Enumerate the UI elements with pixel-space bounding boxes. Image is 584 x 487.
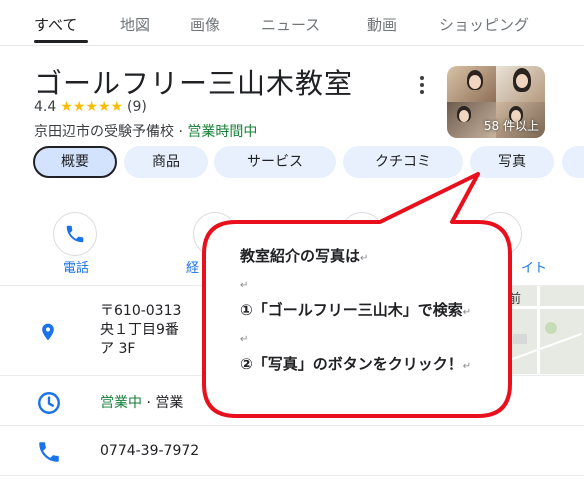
call-label: 電話	[63, 261, 90, 276]
chip-photos[interactable]: 写真	[470, 146, 554, 178]
hours-open-status: 営業中	[100, 395, 142, 411]
phone-number[interactable]: 0774-39-7972	[100, 443, 199, 459]
clock-icon	[38, 392, 60, 414]
tab-videos[interactable]: 動画	[367, 14, 397, 35]
business-title: ゴールフリー三山木教室	[34, 67, 354, 100]
address-text: 〒610-0313 央１丁目9番 ア 3F	[100, 303, 182, 357]
active-tab-indicator	[34, 40, 88, 43]
open-status: 営業時間中	[187, 124, 258, 140]
divider	[0, 475, 584, 476]
tab-all[interactable]: すべて	[34, 14, 77, 35]
star-rating-icon: ★★★★★	[60, 99, 124, 115]
phone-icon	[39, 442, 59, 462]
chip-products[interactable]: 商品	[124, 146, 208, 178]
tab-shopping[interactable]: ショッピング	[439, 14, 529, 35]
separator: ·	[174, 124, 188, 140]
chip-services[interactable]: サービス	[214, 146, 336, 178]
chip-more[interactable]	[562, 146, 584, 178]
website-label: イト	[521, 261, 548, 276]
annotation-text: 教室紹介の写真は↵ ↵ ①「ゴールフリー三山木」で検索↵ ↵ ②「写真」のボタン…	[240, 247, 472, 373]
chip-reviews[interactable]: クチコミ	[343, 146, 463, 178]
business-subtitle: 京田辺市の受験予備校 · 営業時間中	[34, 121, 257, 141]
directions-label: 経	[186, 261, 200, 276]
directions-button[interactable]	[193, 212, 237, 256]
search-tabs: すべて 地図 画像 ニュース 動画 ショッピング	[0, 0, 584, 46]
tab-maps[interactable]: 地図	[120, 14, 150, 35]
website-button[interactable]	[478, 212, 522, 256]
map-label: 前	[508, 292, 522, 307]
more-options-icon[interactable]	[419, 76, 425, 98]
review-count[interactable]: (9)	[127, 99, 147, 115]
business-category: 京田辺市の受験予備校	[34, 124, 174, 140]
annotation-line-3: ②「写真」のボタンをクリック！	[240, 355, 463, 373]
hours-rest: · 営業	[142, 395, 184, 411]
rating-row: 4.4 ★★★★★ (9)	[34, 99, 147, 115]
photo-count: 58 件以上	[483, 119, 539, 133]
hours-text[interactable]: 営業中 · 営業	[100, 392, 183, 412]
annotation-line-2: ①「ゴールフリー三山木」で検索	[240, 301, 463, 319]
annotation-line-1: 教室紹介の写真は	[240, 247, 361, 265]
tab-images[interactable]: 画像	[190, 14, 220, 35]
location-pin-icon	[42, 323, 54, 341]
divider	[0, 425, 584, 426]
rating-value: 4.4	[34, 99, 57, 115]
chip-overview[interactable]: 概要	[33, 146, 117, 178]
business-photo-thumbnail[interactable]: 58 件以上	[447, 66, 545, 138]
call-button[interactable]	[53, 212, 97, 256]
tab-news[interactable]: ニュース	[261, 14, 320, 35]
phone-icon	[66, 225, 84, 243]
search-results-panel: { "tabs": ["すべて","地図","画像","ニュース","動画","…	[0, 0, 584, 487]
